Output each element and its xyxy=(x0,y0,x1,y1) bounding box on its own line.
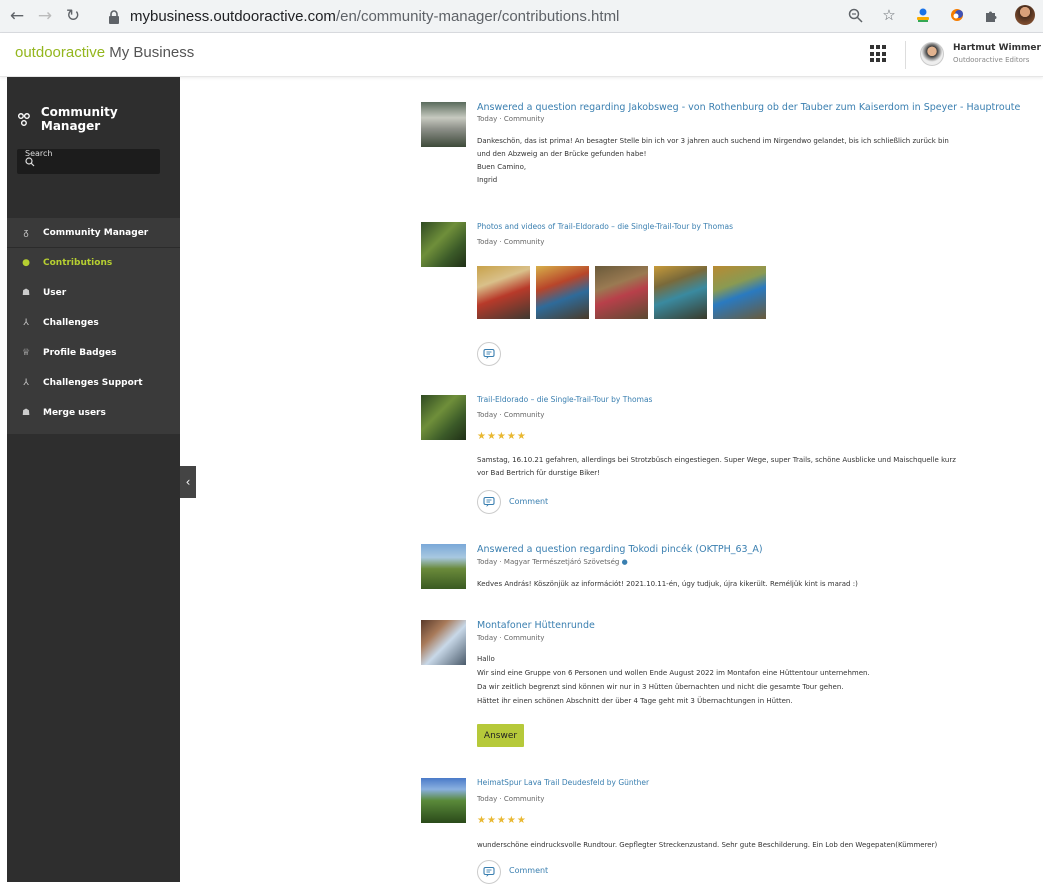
post-text-line: Samstag, 16.10.21 gefahren, allerdings b… xyxy=(477,456,956,464)
post-meta: Today · Community xyxy=(477,634,545,642)
brand-logo[interactable]: outdooractive My Business xyxy=(15,44,194,61)
gallery-photo[interactable] xyxy=(595,266,648,319)
comment-icon xyxy=(483,496,495,507)
sidebar-search[interactable]: Search xyxy=(17,149,160,174)
comment-button[interactable] xyxy=(477,490,501,514)
zoom-icon[interactable] xyxy=(845,5,865,25)
rating-stars: ★★★★★ xyxy=(477,431,527,442)
post-text-line: Wir sind eine Gruppe von 6 Personen und … xyxy=(477,669,870,677)
sidebar-item-challenges[interactable]: ⅄ Challenges xyxy=(7,308,180,338)
app-header: outdooractive My Business Hartmut Wimmer… xyxy=(0,33,1043,77)
puzzle-icon[interactable] xyxy=(981,5,1001,25)
post-text-line: vor Bad Bertrich für durstige Biker! xyxy=(477,469,600,477)
post-thumbnail[interactable] xyxy=(421,778,466,823)
comment-link[interactable]: Comment xyxy=(509,497,548,506)
sidebar-title: Community Manager xyxy=(17,105,180,133)
profile-avatar[interactable] xyxy=(1015,5,1035,25)
sidebar-menu: ᵹ Community Manager ● Contributions ☗ Us… xyxy=(7,218,180,434)
post-text-line: Buen Camino, xyxy=(477,163,527,171)
gallery-photo[interactable] xyxy=(713,266,766,319)
forward-icon[interactable]: → xyxy=(34,5,56,27)
post-text-line: Da wir zeitlich begrenzt sind können wir… xyxy=(477,683,844,691)
badge-icon: ♕ xyxy=(21,348,31,358)
contributions-icon: ● xyxy=(22,258,30,268)
sidebar-item-contributions[interactable]: ● Contributions xyxy=(7,248,180,278)
comment-button[interactable] xyxy=(477,342,501,366)
post-text-line: Hättet ihr einen schönen Abschnitt der ü… xyxy=(477,697,793,705)
user-organization: Outdooractive Editors xyxy=(953,56,1030,64)
extension-color-icon[interactable] xyxy=(947,5,967,25)
lock-icon xyxy=(109,9,119,24)
sidebar-item-profile-badges[interactable]: ♕ Profile Badges xyxy=(7,338,180,368)
post-thumbnail[interactable] xyxy=(421,395,466,440)
post-thumbnail[interactable] xyxy=(421,620,466,665)
post-title[interactable]: HeimatSpur Lava Trail Deudesfeld by Günt… xyxy=(477,778,649,787)
sidebar-collapse-button[interactable]: ‹ xyxy=(180,466,196,498)
reload-icon[interactable]: ↻ xyxy=(62,5,84,27)
post-title[interactable]: Answered a question regarding Jakobsweg … xyxy=(477,102,1020,113)
community-icon: ᵹ xyxy=(23,228,29,238)
post-meta: Today · Community xyxy=(477,795,545,803)
rating-stars: ★★★★★ xyxy=(477,815,527,826)
post-meta: Today · Community xyxy=(477,411,545,419)
post-meta: Today · Community xyxy=(477,238,545,246)
post-thumbnail[interactable] xyxy=(421,102,466,147)
sidebar: Community Manager Search ᵹ Community Man… xyxy=(7,77,180,882)
header-divider xyxy=(905,41,906,69)
comment-button[interactable] xyxy=(477,860,501,884)
sidebar-item-merge-users[interactable]: ☗ Merge users xyxy=(7,398,180,428)
post-title[interactable]: Answered a question regarding Tokodi pin… xyxy=(477,544,763,555)
post-meta: Today · Community xyxy=(477,115,545,123)
post-meta: Today · Magyar Természetjáró Szövetség ● xyxy=(477,558,628,566)
verified-icon: ● xyxy=(621,558,628,566)
gallery-photo[interactable] xyxy=(654,266,707,319)
star-icon[interactable]: ☆ xyxy=(879,5,899,25)
comment-icon xyxy=(483,866,495,877)
sidebar-item-challenges-support[interactable]: ⅄ Challenges Support xyxy=(7,368,180,398)
sidebar-item-community-manager[interactable]: ᵹ Community Manager xyxy=(7,218,180,248)
post-title[interactable]: Photos and videos of Trail-Eldorado – di… xyxy=(477,222,733,231)
comment-link[interactable]: Comment xyxy=(509,866,548,875)
search-input[interactable]: Search xyxy=(25,149,78,202)
post-text-line: Hallo xyxy=(477,655,495,663)
gallery-photo[interactable] xyxy=(477,266,530,319)
post-text-line: Ingrid xyxy=(477,176,498,184)
browser-toolbar: ← → ↻ mybusiness.outdooractive.com/en/co… xyxy=(0,0,1043,33)
post-title[interactable]: Montafoner Hüttenrunde xyxy=(477,620,595,631)
extension-person-icon[interactable] xyxy=(913,5,933,25)
challenges-icon: ⅄ xyxy=(23,318,29,328)
gallery-photo[interactable] xyxy=(536,266,589,319)
post-text-line: Dankeschön, das ist prima! An besagter S… xyxy=(477,137,949,145)
apps-grid-icon[interactable] xyxy=(870,45,888,63)
merge-users-icon: ☗ xyxy=(21,408,31,418)
user-name[interactable]: Hartmut Wimmer ⛃ xyxy=(953,43,1043,53)
user-avatar[interactable] xyxy=(920,42,944,66)
challenges-support-icon: ⅄ xyxy=(23,378,29,388)
sidebar-item-user[interactable]: ☗ User xyxy=(7,278,180,308)
post-text-line: wunderschöne eindrucksvolle Rundtour. Ge… xyxy=(477,841,938,849)
post-title[interactable]: Trail-Eldorado – die Single-Trail-Tour b… xyxy=(477,395,652,404)
back-icon[interactable]: ← xyxy=(6,5,28,27)
url-text: mybusiness.outdooractive.com/en/communit… xyxy=(130,8,620,25)
post-text-line: Kedves András! Köszönjük az információt!… xyxy=(477,580,858,588)
users-icon: ☗ xyxy=(21,288,31,298)
comment-icon xyxy=(483,348,495,359)
community-manager-icon xyxy=(17,113,30,126)
post-text-line: und den Abzweig an der Brücke gefunden h… xyxy=(477,150,647,158)
post-thumbnail[interactable] xyxy=(421,222,466,267)
answer-button[interactable]: Answer xyxy=(477,724,524,747)
post-thumbnail[interactable] xyxy=(421,544,466,589)
